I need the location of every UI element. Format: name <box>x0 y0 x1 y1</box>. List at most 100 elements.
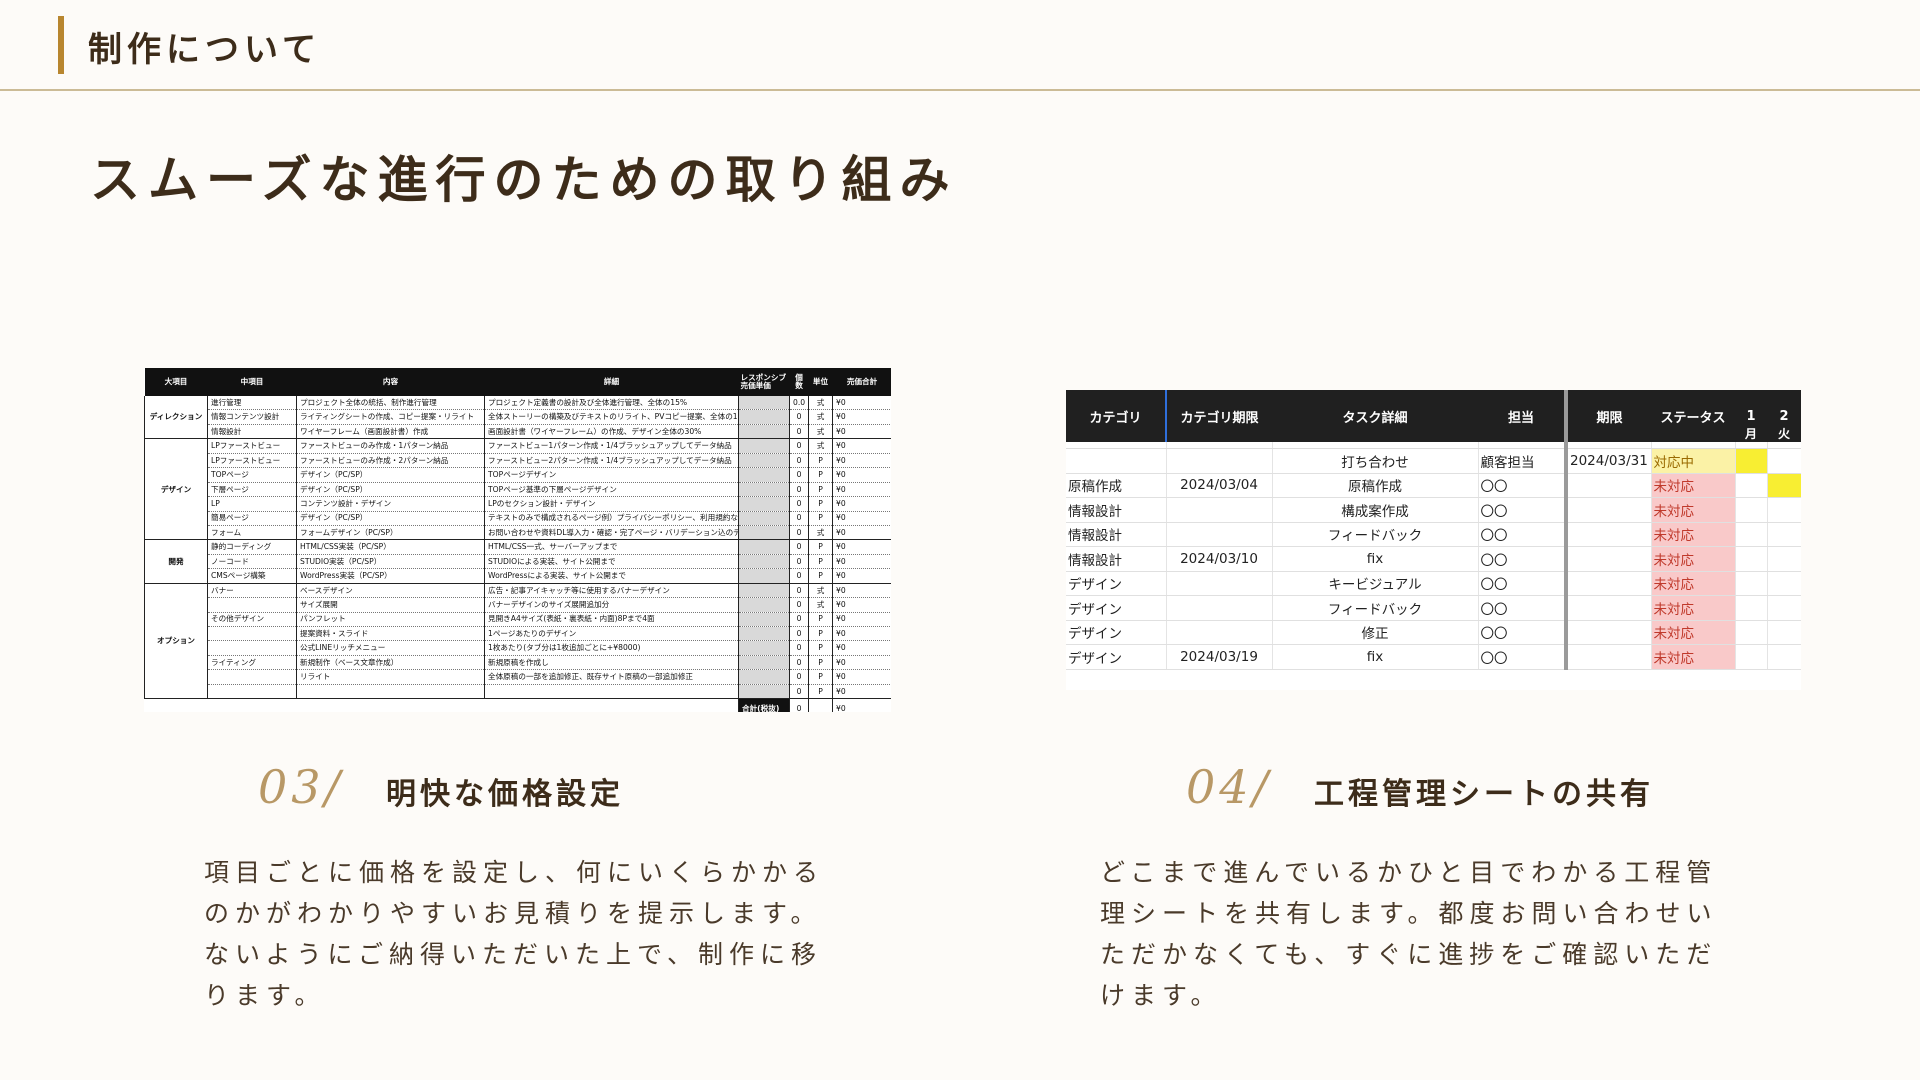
sched-cell: フィードバック <box>1272 522 1479 547</box>
price-table-row: サイズ展開 バナーデザインのサイズ展開追加分 0 式 ¥0 <box>145 597 891 613</box>
price-cell: ライティング <box>207 655 297 671</box>
price-cell: ファーストビューのみ作成・2パターン納品 <box>296 453 485 469</box>
sched-cell: デザイン <box>1066 595 1167 621</box>
price-cell: コンテンツ設計・デザイン <box>296 496 485 512</box>
price-cell: 0 <box>789 655 809 671</box>
price-cell: 0 <box>789 554 809 570</box>
price-cell: 0 <box>789 669 809 685</box>
price-cell: ¥0 <box>832 424 891 440</box>
price-cell <box>296 684 485 700</box>
price-cell: 新規原稿を作成し <box>484 655 739 671</box>
sched-cell: デザイン <box>1066 571 1167 596</box>
sched-cell <box>1566 497 1652 523</box>
price-category-cell: 開発 <box>144 539 208 584</box>
price-unit-cell <box>738 612 790 628</box>
price-cell: ¥0 <box>832 525 891 541</box>
price-cell: 0 <box>789 597 809 613</box>
sched-cell <box>1566 644 1652 670</box>
price-table-row: その他デザイン パンフレット 見開きA4サイズ(表紙・裏表紙・内面)8Pまで4面 0 P… <box>145 612 891 628</box>
price-cell: 0 <box>789 626 809 642</box>
price-cell: 0 <box>789 568 809 584</box>
price-cell: 0 <box>789 467 809 483</box>
sched-header-assignee: 担当 <box>1478 390 1568 442</box>
sched-day-cell <box>1735 497 1768 523</box>
price-cell: 0 <box>789 438 809 454</box>
sched-day-cell <box>1735 522 1768 547</box>
sched-day-cell <box>1767 473 1801 498</box>
price-unit-cell <box>738 597 790 613</box>
price-cell: 0 <box>789 453 809 469</box>
price-cell: 見開きA4サイズ(表紙・裏表紙・内面)8Pまで4面 <box>484 612 739 628</box>
price-unit-cell <box>738 525 790 541</box>
price-table-row: デザイン LPファーストビュー ファーストビューのみ作成・1パターン納品 ファーストビ… <box>144 438 891 541</box>
price-category-cell: ディレクション <box>144 396 208 440</box>
price-cell: デザイン（PC/SP） <box>296 511 485 526</box>
price-cell: ¥0 <box>832 539 891 555</box>
price-cell: ¥0 <box>832 396 891 411</box>
price-cell: LPのセクション設計・デザイン <box>484 496 739 512</box>
price-cell: WordPressによる実装、サイト公開まで <box>484 568 739 584</box>
sched-cell: 2024/03/19 <box>1166 644 1273 670</box>
price-cell: ファーストビュー2パターン作成・1/4ブラッシュアップしてデータ納品 <box>484 453 739 469</box>
price-unit-cell <box>738 453 790 469</box>
price-cell: 公式LINEリッチメニュー <box>296 640 485 656</box>
sched-header-status: ステータス <box>1651 390 1735 442</box>
sched-cell <box>1566 473 1652 498</box>
price-total-blank <box>144 698 739 712</box>
sched-cell: fix <box>1272 546 1479 572</box>
price-header-unit: 単位 <box>808 368 833 396</box>
price-cell: 下層ページ <box>207 482 297 498</box>
sched-header-task: タスク詳細 <box>1272 390 1478 442</box>
sched-day-cell <box>1735 571 1768 596</box>
price-cell: 全体原稿の一部を追加修正、既存サイト原稿の一部追加修正 <box>484 669 739 685</box>
price-unit-cell <box>738 511 790 526</box>
price-cell: ¥0 <box>832 438 891 454</box>
price-table-row: 情報コンテンツ設計 ライティングシートの作成、コピー提案・リライト 全体ストーリーの… <box>145 409 891 425</box>
schedule-sheet: カテゴリ カテゴリ期限 タスク詳細 担当 期限 ステータス 1 2 月 火 打ち… <box>1066 390 1801 690</box>
status-badge: 未対応 <box>1651 644 1736 670</box>
sched-header-day-2: 2 <box>1767 390 1801 424</box>
price-unit-cell <box>738 396 790 411</box>
price-cell: ライティングシートの作成、コピー提案・リライト <box>296 409 485 425</box>
price-unit-cell <box>738 684 790 700</box>
price-cell: ファーストビュー1パターン作成・1/4ブラッシュアップしてデータ納品 <box>484 438 739 454</box>
price-cell: 0 <box>789 612 809 628</box>
sched-day-cell <box>1767 644 1801 670</box>
price-cell: 簡易ページ <box>207 511 297 526</box>
price-unit-cell <box>738 640 790 656</box>
price-cell: パンフレット <box>296 612 485 628</box>
price-unit-cell <box>738 582 790 599</box>
price-cell: ¥0 <box>832 612 891 628</box>
sched-row: 打ち合わせ 顧客担当 2024/03/31 対応中 <box>1066 448 1801 474</box>
price-table-row: ノーコード STUDIO実装（PC/SP） STUDIOによる実装、サイト公開まで 0… <box>145 554 891 570</box>
price-estimate-table: 大項目 中項目 内容 詳細 レスポンシブ 売価単価 個数 単位 売価合計 ディレ… <box>144 368 891 712</box>
price-cell: テキストのみで構成されるページ例）プライバシーポリシー、利用規約など <box>484 511 739 526</box>
section-03-title: 明快な価格設定 <box>386 777 624 812</box>
price-table-row: CMSページ構築 WordPress実装（PC/SP） WordPressによる実装… <box>145 568 891 584</box>
price-cell <box>207 626 297 642</box>
sched-cell <box>1066 448 1167 474</box>
sched-cell <box>1166 595 1273 621</box>
sched-header-category-deadline: カテゴリ期限 <box>1165 390 1272 442</box>
price-category-cell: オプション <box>144 582 208 700</box>
sched-day-cell <box>1735 644 1768 670</box>
price-cell: サイズ展開 <box>296 597 485 613</box>
price-cell: 画面設計書（ワイヤーフレーム）の作成、デザイン全体の30% <box>484 424 739 440</box>
price-total-label: 合計(税抜) <box>738 698 790 712</box>
sched-cell: 〇〇 <box>1478 595 1568 621</box>
price-cell: 0 <box>789 582 809 599</box>
price-cell: P <box>808 669 833 685</box>
sched-header-category: カテゴリ <box>1066 390 1166 442</box>
price-cell: 1ページあたりのデザイン <box>484 626 739 642</box>
price-cell: ノーコード <box>207 554 297 570</box>
price-cell: 式 <box>808 424 833 440</box>
sched-cell: デザイン <box>1066 644 1167 670</box>
price-cell: HTML/CSS一式、サーバーアップまで <box>484 539 739 555</box>
sched-cell: 原稿作成 <box>1066 473 1167 498</box>
price-table-row: 提案資料・スライド 1ページあたりのデザイン 0 P ¥0 <box>145 626 891 642</box>
sched-cell <box>1166 522 1273 547</box>
sched-cell: 〇〇 <box>1478 620 1568 645</box>
sched-day-cell <box>1767 522 1801 547</box>
sched-row: 情報設計 2024/03/10 fix 〇〇 未対応 <box>1066 546 1801 572</box>
price-cell: 0 <box>789 496 809 512</box>
